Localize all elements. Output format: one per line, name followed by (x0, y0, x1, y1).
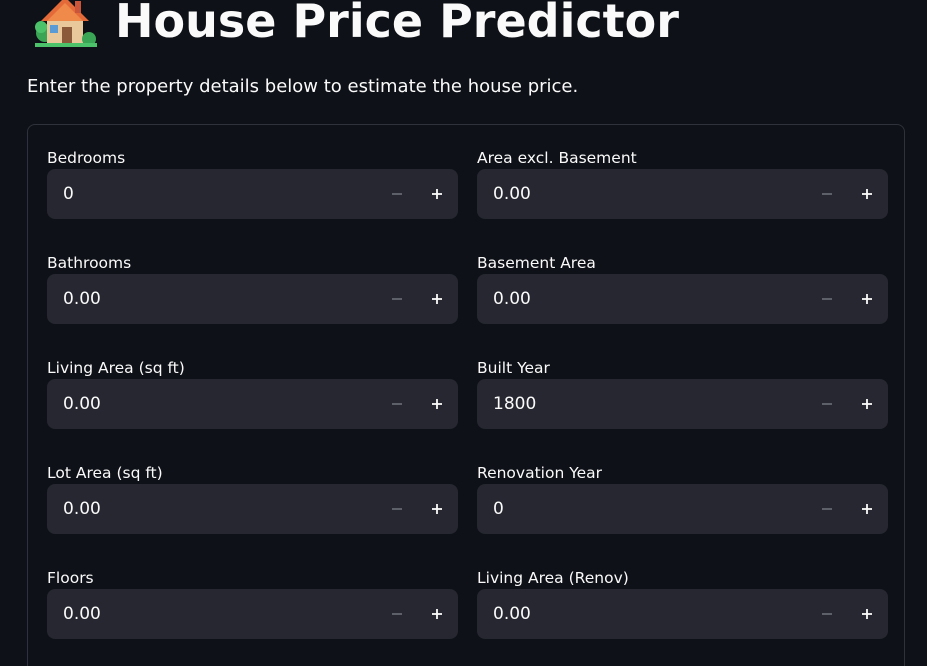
page-subtitle: Enter the property details below to esti… (27, 76, 579, 97)
decrement-button[interactable] (377, 379, 417, 429)
minus-icon (822, 613, 832, 615)
decrement-button[interactable] (807, 484, 847, 534)
app-page: House Price Predictor Enter the property… (0, 0, 927, 666)
field-label: Living Area (Renov) (477, 569, 629, 587)
minus-icon (392, 193, 402, 195)
increment-button[interactable] (417, 274, 457, 324)
plus-icon (862, 504, 872, 514)
increment-button[interactable] (417, 484, 457, 534)
bathrooms-input[interactable]: 0.00 (47, 274, 458, 324)
field-label: Area excl. Basement (477, 149, 637, 167)
floors-input[interactable]: 0.00 (47, 589, 458, 639)
plus-icon (862, 399, 872, 409)
minus-icon (392, 613, 402, 615)
basement-area-input[interactable]: 0.00 (477, 274, 888, 324)
minus-icon (822, 508, 832, 510)
field-label: Renovation Year (477, 464, 603, 482)
decrement-button[interactable] (377, 589, 417, 639)
decrement-button[interactable] (377, 274, 417, 324)
input-value[interactable]: 1800 (493, 379, 536, 429)
field-label: Floors (47, 569, 94, 587)
plus-icon (432, 504, 442, 514)
plus-icon (432, 399, 442, 409)
minus-icon (392, 403, 402, 405)
increment-button[interactable] (847, 274, 887, 324)
input-value[interactable]: 0.00 (493, 274, 531, 324)
decrement-button[interactable] (807, 169, 847, 219)
plus-icon (432, 189, 442, 199)
area-excl-basement-input[interactable]: 0.00 (477, 169, 888, 219)
house-icon (35, 0, 97, 47)
decrement-button[interactable] (807, 379, 847, 429)
input-value[interactable]: 0.00 (63, 589, 101, 639)
minus-icon (822, 193, 832, 195)
page-title: House Price Predictor (115, 0, 679, 48)
plus-icon (432, 609, 442, 619)
input-value[interactable]: 0.00 (63, 484, 101, 534)
field-label: Basement Area (477, 254, 596, 272)
input-value[interactable]: 0 (493, 484, 504, 534)
field-label: Bedrooms (47, 149, 126, 167)
field-label: Built Year (477, 359, 550, 377)
decrement-button[interactable] (807, 274, 847, 324)
input-value[interactable]: 0.00 (493, 589, 531, 639)
decrement-button[interactable] (377, 484, 417, 534)
increment-button[interactable] (417, 169, 457, 219)
input-value[interactable]: 0.00 (493, 169, 531, 219)
living-area-renov-input[interactable]: 0.00 (477, 589, 888, 639)
property-form: Bedrooms 0 Area excl. Basement 0.00 Bath… (27, 124, 905, 666)
field-label: Lot Area (sq ft) (47, 464, 163, 482)
increment-button[interactable] (847, 379, 887, 429)
input-value[interactable]: 0.00 (63, 379, 101, 429)
plus-icon (432, 294, 442, 304)
input-value[interactable]: 0 (63, 169, 74, 219)
decrement-button[interactable] (377, 169, 417, 219)
field-label: Living Area (sq ft) (47, 359, 185, 377)
increment-button[interactable] (847, 484, 887, 534)
increment-button[interactable] (417, 589, 457, 639)
bedrooms-input[interactable]: 0 (47, 169, 458, 219)
minus-icon (392, 508, 402, 510)
built-year-input[interactable]: 1800 (477, 379, 888, 429)
plus-icon (862, 294, 872, 304)
title-row: House Price Predictor (35, 0, 679, 54)
living-area-input[interactable]: 0.00 (47, 379, 458, 429)
plus-icon (862, 189, 872, 199)
lot-area-input[interactable]: 0.00 (47, 484, 458, 534)
minus-icon (822, 403, 832, 405)
minus-icon (822, 298, 832, 300)
field-label: Bathrooms (47, 254, 132, 272)
increment-button[interactable] (847, 169, 887, 219)
decrement-button[interactable] (807, 589, 847, 639)
input-value[interactable]: 0.00 (63, 274, 101, 324)
plus-icon (862, 609, 872, 619)
increment-button[interactable] (847, 589, 887, 639)
minus-icon (392, 298, 402, 300)
increment-button[interactable] (417, 379, 457, 429)
renovation-year-input[interactable]: 0 (477, 484, 888, 534)
